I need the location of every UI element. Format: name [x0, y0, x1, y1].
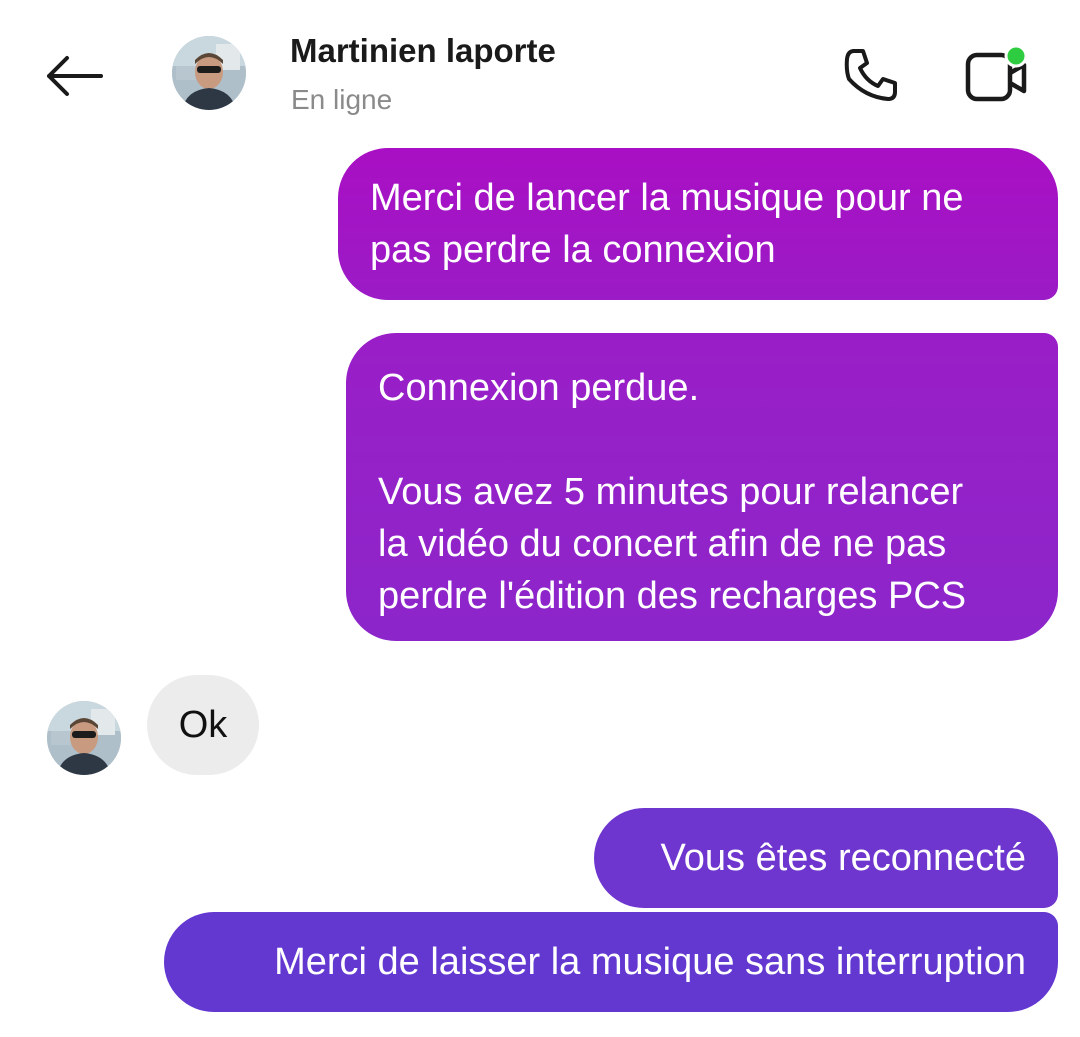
incoming-message[interactable]: Ok — [147, 675, 259, 775]
video-call-button[interactable] — [958, 40, 1038, 110]
contact-avatar[interactable] — [172, 36, 246, 110]
incoming-avatar[interactable] — [47, 701, 121, 775]
outgoing-message[interactable]: Merci de lancer la musique pour ne pas p… — [338, 148, 1058, 300]
phone-icon — [844, 49, 897, 101]
outgoing-message[interactable]: Connexion perdue. Vous avez 5 minutes po… — [346, 333, 1058, 641]
chat-header: Martinien laporte En ligne — [0, 0, 1080, 140]
outgoing-message[interactable]: Vous êtes reconnecté — [594, 808, 1058, 908]
arrow-left-icon — [47, 56, 103, 96]
contact-name[interactable]: Martinien laporte — [290, 32, 556, 70]
voice-call-button[interactable] — [836, 40, 906, 110]
outgoing-message[interactable]: Merci de laisser la musique sans interru… — [164, 912, 1058, 1012]
back-button[interactable] — [36, 46, 112, 106]
video-camera-icon — [965, 44, 1028, 102]
contact-status: En ligne — [291, 84, 393, 115]
online-dot-icon — [1004, 44, 1028, 68]
